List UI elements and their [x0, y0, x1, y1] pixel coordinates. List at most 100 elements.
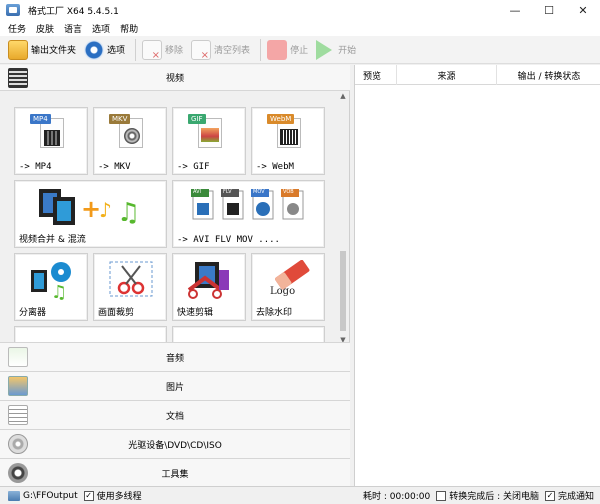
gif-badge: GIF	[188, 114, 206, 124]
category-tools-label: 工具集	[161, 469, 189, 480]
tile-quick-cut[interactable]: 快速剪辑	[172, 253, 246, 321]
merge-icon: + ♪ ♫	[37, 187, 149, 229]
clear-list-button[interactable]: 清空列表	[191, 38, 250, 62]
gif-icon: GIF	[188, 114, 228, 152]
toolbar-separator	[135, 38, 137, 61]
column-preview[interactable]: 预览	[355, 65, 397, 85]
webm-icon: WebM	[267, 114, 307, 152]
mkv-icon: MKV	[109, 114, 149, 152]
video-tiles-area: MP4 -> MP4 MKV -> MKV GIF -> GIF WebM ->…	[0, 91, 346, 345]
tile-remove-watermark[interactable]: Logo 去除水印	[251, 253, 325, 321]
tile-label: 画面裁剪	[98, 308, 135, 318]
scroll-thumb[interactable]	[340, 251, 346, 331]
task-list-panel: 预览 来源 输出 / 转换状态	[354, 65, 600, 486]
mkv-badge: MKV	[109, 114, 131, 124]
tile-label: 去除水印	[256, 308, 293, 318]
output-folder-button[interactable]: 输出文件夹	[8, 38, 76, 62]
notify-checkbox[interactable]: ✓	[544, 490, 555, 501]
tile-to-multi-format[interactable]: AVI FLV MOV VOB -> AVI FLV MOV ....	[172, 180, 325, 248]
remove-icon	[142, 39, 163, 61]
category-video-label: 视频	[165, 74, 184, 84]
audio-icon	[8, 347, 28, 367]
folder-icon	[8, 490, 20, 501]
elapsed-time: 耗时 : 00:00:00	[363, 492, 431, 502]
start-button[interactable]: 开始	[316, 38, 356, 62]
category-audio[interactable]: 音频	[0, 342, 350, 371]
toolbar: 输出文件夹 选项 移除 清空列表 停止 开始	[0, 36, 600, 64]
menu-bar: 任务 皮肤 语言 选项 帮助	[0, 20, 600, 36]
category-dvd-label: 光驱设备\DVD\CD\ISO	[128, 440, 222, 451]
tile-to-gif[interactable]: GIF -> GIF	[172, 107, 246, 175]
splitter-icon: ♫	[29, 260, 75, 303]
category-image[interactable]: 图片	[0, 371, 350, 400]
tools-icon	[8, 463, 28, 483]
mov-badge: MOV	[253, 189, 265, 195]
category-audio-label: 音频	[165, 353, 184, 364]
stop-icon	[267, 39, 288, 60]
tile-video-merge[interactable]: + ♪ ♫ 视频合并 & 混流	[14, 180, 167, 248]
column-output-status[interactable]: 输出 / 转换状态	[497, 65, 600, 85]
tile-crop[interactable]: 画面裁剪	[93, 253, 167, 321]
output-folder-label: 输出文件夹	[31, 46, 77, 56]
function-panel: 视频 MP4 -> MP4 MKV -> MKV GIF -> GIF WebM…	[0, 65, 350, 487]
mp4-icon: MP4	[30, 114, 70, 152]
category-document-label: 文档	[165, 411, 184, 422]
svg-text:♫: ♫	[51, 282, 67, 300]
after-convert-option[interactable]: 转换完成后 : 关闭电脑	[436, 489, 539, 502]
app-icon	[6, 4, 20, 16]
multithread-option[interactable]: ✓ 使用多线程	[83, 489, 142, 502]
crop-icon	[106, 260, 156, 300]
tile-label: -> WebM	[256, 162, 294, 172]
title-bar: 格式工厂 X64 5.4.5.1 — ☐ ✕	[0, 0, 600, 20]
tile-to-webm[interactable]: WebM -> WebM	[251, 107, 325, 175]
tile-to-mkv[interactable]: MKV -> MKV	[93, 107, 167, 175]
multithread-checkbox[interactable]: ✓	[83, 490, 94, 501]
mp4-badge: MP4	[30, 114, 51, 124]
remove-label: 移除	[165, 46, 184, 56]
stop-label: 停止	[290, 46, 309, 56]
menu-options[interactable]: 选项	[92, 22, 110, 35]
remove-button[interactable]: 移除	[142, 38, 183, 62]
category-video[interactable]: 视频	[0, 65, 350, 91]
close-button[interactable]: ✕	[566, 0, 600, 20]
logo-text: Logo	[270, 286, 296, 297]
column-source[interactable]: 来源	[397, 65, 497, 85]
window-title: 格式工厂 X64 5.4.5.1	[28, 6, 119, 17]
notify-label: 完成通知	[557, 492, 594, 502]
vob-badge: VOB	[283, 189, 294, 195]
menu-skin[interactable]: 皮肤	[36, 22, 54, 35]
tile-label: 分离器	[19, 308, 47, 318]
category-document[interactable]: 文档	[0, 400, 350, 429]
svg-text:♪: ♪	[99, 198, 112, 222]
flv-badge: FLV	[223, 189, 232, 195]
maximize-button[interactable]: ☐	[532, 0, 566, 20]
video-scrollbar[interactable]: ▲ ▼	[338, 91, 348, 345]
eraser-icon: Logo	[264, 259, 314, 300]
tile-splitter[interactable]: ♫ 分离器	[14, 253, 88, 321]
tile-label: 快速剪辑	[177, 308, 214, 318]
menu-task[interactable]: 任务	[8, 22, 26, 35]
document-icon	[8, 405, 28, 425]
avi-badge: AVI	[193, 189, 201, 195]
disc-icon	[8, 434, 28, 454]
notify-option[interactable]: ✓ 完成通知	[544, 489, 594, 502]
menu-help[interactable]: 帮助	[120, 22, 138, 35]
output-path[interactable]: G:\FFOutput	[23, 491, 78, 501]
window-controls: — ☐ ✕	[498, 0, 600, 20]
after-convert-label: 转换完成后 : 关闭电脑	[449, 492, 539, 502]
category-tools[interactable]: 工具集	[0, 458, 350, 487]
svg-text:♫: ♫	[117, 198, 140, 228]
menu-language[interactable]: 语言	[64, 22, 82, 35]
options-icon	[84, 39, 105, 60]
options-button[interactable]: 选项	[84, 38, 125, 62]
minimize-button[interactable]: —	[498, 0, 532, 20]
tile-to-mp4[interactable]: MP4 -> MP4	[14, 107, 88, 175]
scroll-up-icon[interactable]: ▲	[339, 92, 347, 100]
clear-list-icon	[191, 39, 212, 61]
after-convert-checkbox[interactable]	[436, 490, 447, 501]
toolbar-separator	[260, 38, 262, 61]
category-dvd[interactable]: 光驱设备\DVD\CD\ISO	[0, 429, 350, 458]
start-label: 开始	[338, 46, 357, 56]
quick-cut-icon	[185, 260, 235, 300]
stop-button[interactable]: 停止	[267, 38, 308, 62]
